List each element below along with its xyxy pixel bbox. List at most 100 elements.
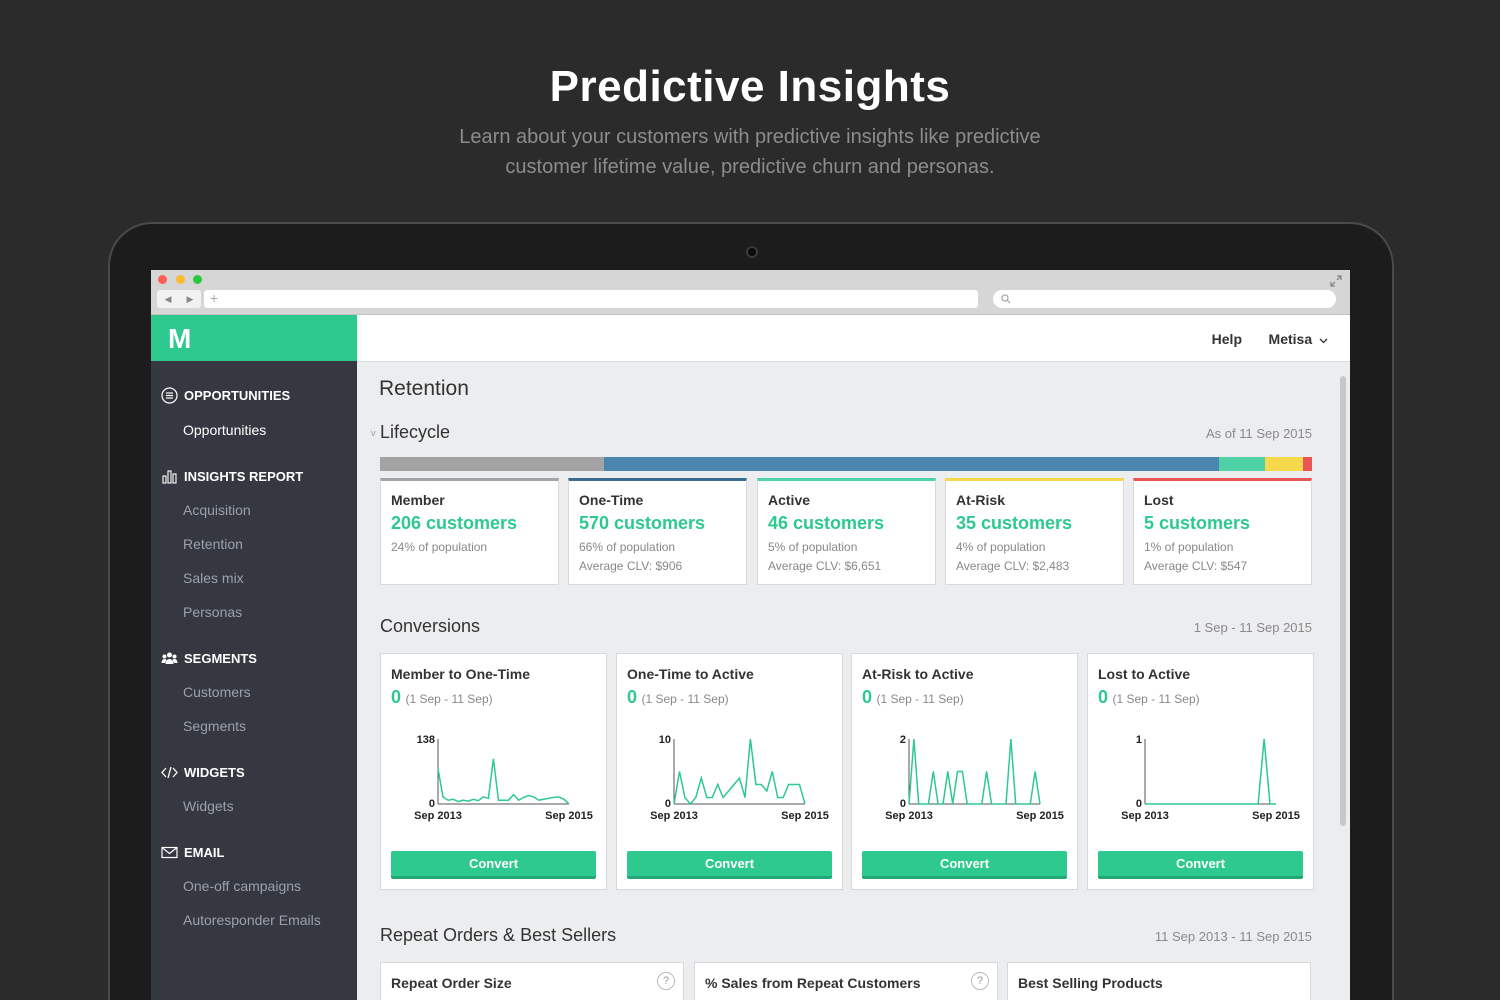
lifecycle-card-at-risk[interactable]: At-Risk 35 customers 4% of population Av… [945, 478, 1124, 585]
users-icon [161, 650, 178, 667]
conversion-card-value: 0 (1 Sep - 11 Sep) [391, 687, 596, 708]
top-bar: Help Metisa [357, 315, 1350, 362]
sidebar-item-widgets[interactable]: Widgets [183, 798, 234, 814]
sidebar: M OPPORTUNITIES Opportunities INSIGHTS R… [151, 315, 357, 1000]
lifecycle-date: As of 11 Sep 2015 [1205, 426, 1312, 441]
repeat-orders-date: 11 Sep 2013 - 11 Sep 2015 [1154, 929, 1312, 944]
sidebar-section-widgets[interactable]: WIDGETS [161, 764, 245, 781]
chart-y-min-label: 0 [665, 798, 671, 810]
sidebar-item-opportunities[interactable]: Opportunities [183, 422, 266, 438]
repeat-card-name: % Sales from Repeat Customers [705, 975, 921, 991]
help-link[interactable]: Help [1212, 331, 1242, 347]
lifecycle-card-count: 5 customers [1144, 513, 1251, 533]
camera-icon [746, 246, 758, 258]
hero-subtitle: Learn about your customers with predicti… [0, 122, 1500, 182]
chart-y-max-label: 10 [659, 734, 671, 746]
envelope-icon [161, 844, 178, 861]
sidebar-item-personas[interactable]: Personas [183, 604, 242, 620]
lifecycle-card-clv: Average CLV: $2,483 [956, 559, 1070, 573]
help-question-icon[interactable]: ? [971, 972, 989, 990]
back-arrow-icon[interactable]: ◀ [165, 294, 172, 305]
lifecycle-bar-segment-member [380, 457, 604, 471]
convert-button[interactable]: Convert [391, 851, 596, 879]
help-question-icon[interactable]: ? [657, 972, 675, 990]
chart-series-line [673, 738, 806, 806]
sidebar-section-insights-report[interactable]: INSIGHTS REPORT [161, 468, 303, 485]
sidebar-item-one-off-campaigns[interactable]: One-off campaigns [183, 878, 301, 894]
conversion-count: 0 [627, 687, 638, 707]
conversion-range: (1 Sep - 11 Sep) [405, 692, 493, 706]
chart-y-min-label: 0 [1136, 798, 1142, 810]
expand-icon[interactable] [1330, 275, 1342, 287]
sidebar-item-acquisition[interactable]: Acquisition [183, 502, 251, 518]
sidebar-item-segments[interactable]: Segments [183, 718, 246, 734]
browser-search-bar[interactable] [993, 290, 1336, 308]
lifecycle-card-clv: Average CLV: $6,651 [768, 559, 882, 573]
minimize-window-icon[interactable] [176, 275, 185, 284]
lifecycle-card-count: 206 customers [391, 513, 518, 533]
lifecycle-card-lost[interactable]: Lost 5 customers 1% of population Averag… [1133, 478, 1312, 585]
hero-subtitle-line1: Learn about your customers with predicti… [459, 126, 1041, 148]
conversion-count: 0 [862, 687, 873, 707]
conversion-card-at-risk-to-active: At-Risk to Active 0 (1 Sep - 11 Sep) 20S… [851, 653, 1078, 890]
convert-button[interactable]: Convert [627, 851, 832, 879]
lifecycle-bar-segment-active [1218, 457, 1266, 471]
repeat-order-size-card: Repeat Order Size ? [380, 962, 684, 1000]
list-circle-icon [161, 387, 178, 404]
scrollbar-thumb[interactable] [1340, 376, 1346, 826]
conversion-card-one-time-to-active: One-Time to Active 0 (1 Sep - 11 Sep) 10… [616, 653, 843, 890]
chart-x-start-label: Sep 2013 [650, 810, 698, 822]
chart-x-end-label: Sep 2015 [545, 810, 593, 822]
sidebar-item-sales-mix[interactable]: Sales mix [183, 570, 244, 586]
sidebar-item-retention[interactable]: Retention [183, 536, 243, 552]
sidebar-section-label: WIDGETS [184, 765, 245, 780]
forward-arrow-icon[interactable]: ▶ [187, 294, 194, 305]
chart-y-max-label: 138 [417, 734, 435, 746]
lifecycle-card-clv: Average CLV: $906 [579, 559, 683, 573]
hero-subtitle-line2: customer lifetime value, predictive chur… [505, 156, 995, 178]
lifecycle-card-percent: 1% of population [1144, 540, 1234, 554]
browser-window: ◀ ▶ + M OPPORTUNITIES Opportunities INSI… [151, 270, 1350, 1000]
chart-y-max-label: 2 [900, 734, 906, 746]
sidebar-item-customers[interactable]: Customers [183, 684, 251, 700]
sidebar-section-segments[interactable]: SEGMENTS [161, 650, 257, 667]
conversion-card-name: Member to One-Time [391, 666, 530, 682]
conversion-range: (1 Sep - 11 Sep) [876, 692, 964, 706]
convert-button[interactable]: Convert [862, 851, 1067, 879]
sales-from-repeat-customers-card: % Sales from Repeat Customers ? [694, 962, 998, 1000]
lifecycle-card-name: Active [768, 492, 811, 508]
conversion-card-value: 0 (1 Sep - 11 Sep) [1098, 687, 1303, 708]
conversion-chart-at-risk-to-active: 2 0Sep 2013 Sep 2015 [885, 734, 1064, 822]
convert-button[interactable]: Convert [1098, 851, 1303, 879]
conversion-card-name: One-Time to Active [627, 666, 754, 682]
sidebar-item-autoresponder-emails[interactable]: Autoresponder Emails [183, 912, 321, 928]
lifecycle-card-member[interactable]: Member 206 customers 24% of population [380, 478, 559, 585]
conversion-card-member-to-one-time: Member to One-Time 0 (1 Sep - 11 Sep) 13… [380, 653, 607, 890]
chevron-down-icon [1319, 338, 1328, 344]
lifecycle-card-one-time[interactable]: One-Time 570 customers 66% of population… [568, 478, 747, 585]
sidebar-section-label: SEGMENTS [184, 651, 257, 666]
sidebar-section-email[interactable]: EMAIL [161, 844, 224, 861]
lifecycle-bar-segment-lost [1302, 457, 1312, 471]
conversion-count: 0 [1098, 687, 1109, 707]
conversion-chart-lost-to-active: 1 0Sep 2013 Sep 2015 [1121, 734, 1300, 822]
conversions-title: Conversions [380, 616, 481, 636]
sidebar-section-opportunities[interactable]: OPPORTUNITIES [161, 387, 290, 404]
user-menu[interactable]: Metisa [1269, 331, 1328, 347]
hero-title: Predictive Insights [549, 62, 951, 111]
close-window-icon[interactable] [158, 275, 167, 284]
collapse-chevron-icon[interactable]: v [371, 428, 376, 438]
nav-arrows: ◀ ▶ [157, 290, 201, 308]
lifecycle-bar-segment-one-time [603, 457, 1219, 471]
lifecycle-card-name: One-Time [579, 492, 644, 508]
app-logo[interactable]: M [151, 315, 357, 361]
chart-series-line [1145, 738, 1276, 805]
conversion-card-name: At-Risk to Active [862, 666, 974, 682]
lifecycle-card-active[interactable]: Active 46 customers 5% of population Ave… [757, 478, 936, 585]
address-bar[interactable]: + [204, 290, 978, 308]
code-icon [161, 764, 178, 781]
maximize-window-icon[interactable] [193, 275, 202, 284]
repeat-card-name: Best Selling Products [1018, 975, 1163, 991]
repeat-orders-title: Repeat Orders & Best Sellers [380, 925, 617, 945]
new-tab-icon[interactable]: + [210, 290, 218, 306]
